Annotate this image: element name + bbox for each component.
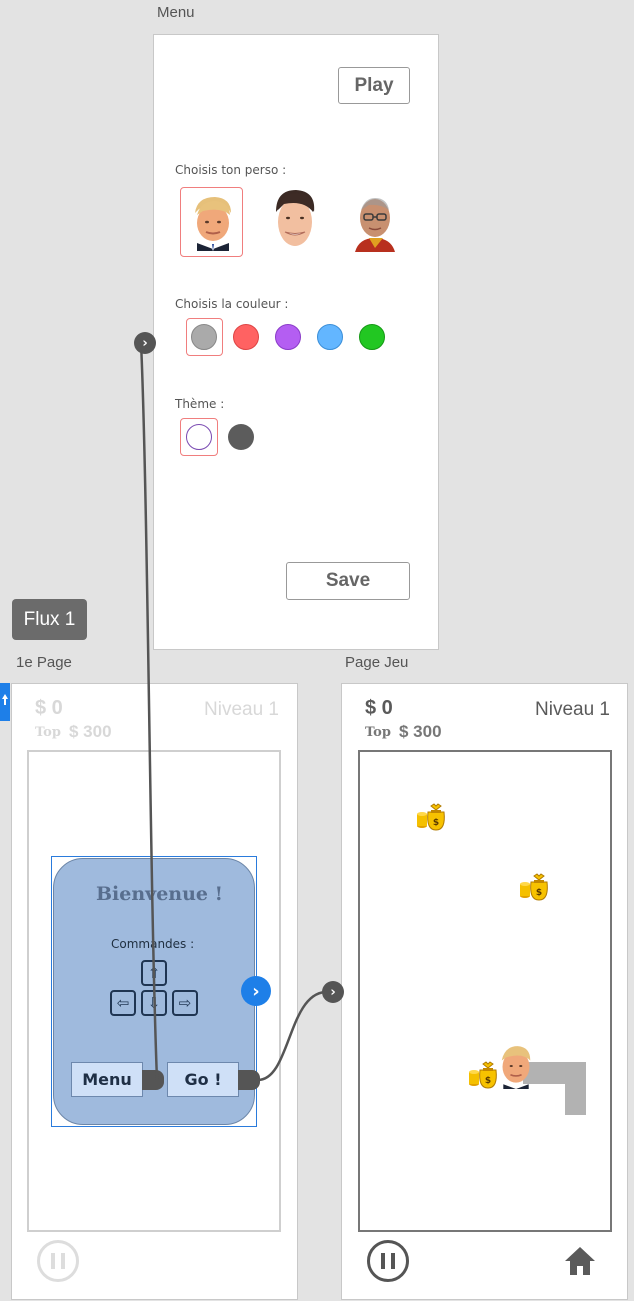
flow-target-game-icon[interactable]: › [322, 981, 344, 1003]
flow-link-game [257, 990, 326, 1082]
flow-links [139, 341, 326, 1082]
flow-target-menu-icon[interactable]: › [134, 332, 156, 354]
flow-link-menu [139, 341, 159, 1081]
